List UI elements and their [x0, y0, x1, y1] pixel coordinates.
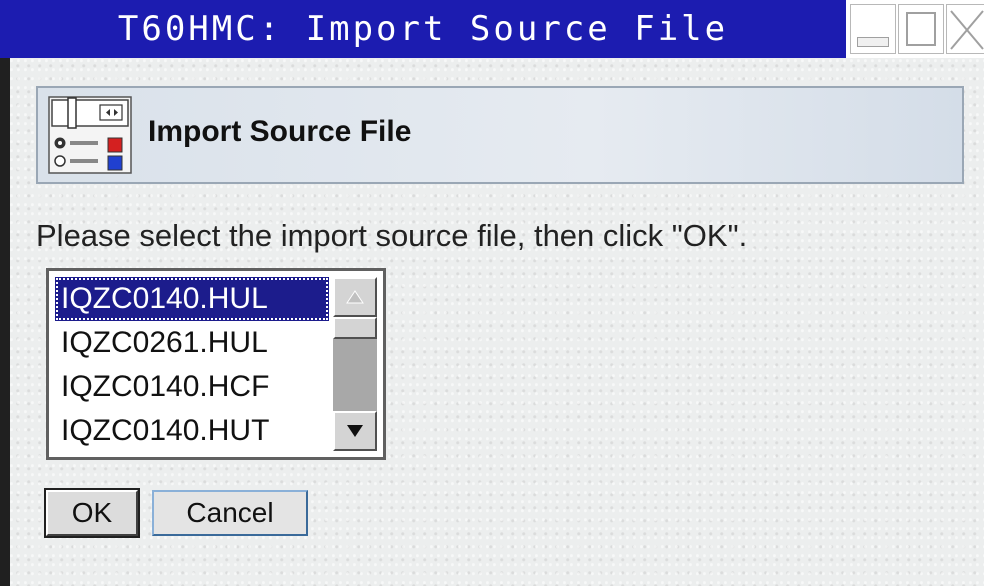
arrow-up-icon	[346, 290, 364, 304]
minimize-button[interactable]	[850, 4, 896, 54]
title-bar[interactable]: T60HMC: Import Source File	[0, 0, 984, 58]
list-item[interactable]: IQZC0140.HCF	[55, 365, 329, 409]
maximize-button[interactable]	[898, 4, 944, 54]
window-title: T60HMC: Import Source File	[117, 9, 729, 49]
list-item[interactable]: IQZC0140.HUL	[55, 277, 329, 321]
maximize-icon	[906, 12, 936, 46]
scroll-down-button[interactable]	[333, 411, 377, 451]
file-listbox[interactable]: IQZC0140.HUL IQZC0261.HUL IQZC0140.HCF I…	[46, 268, 386, 460]
list-item[interactable]: IQZC0261.HUL	[55, 321, 329, 365]
arrow-down-icon	[347, 425, 363, 437]
control-panel-icon	[48, 96, 132, 174]
ok-button[interactable]: OK	[44, 488, 140, 538]
dialog-heading: Import Source File	[148, 115, 412, 148]
minimize-icon	[857, 37, 889, 47]
scroll-thumb[interactable]	[333, 317, 377, 339]
file-list: IQZC0140.HUL IQZC0261.HUL IQZC0140.HCF I…	[55, 277, 329, 453]
close-button[interactable]	[946, 4, 984, 54]
dialog-body: Import Source File Please select the imp…	[0, 58, 984, 586]
instruction-text: Please select the import source file, th…	[36, 218, 748, 253]
vertical-scrollbar[interactable]	[333, 277, 377, 451]
close-icon	[950, 10, 984, 50]
header-panel: Import Source File	[36, 86, 964, 184]
scroll-up-button[interactable]	[333, 277, 377, 317]
cancel-button[interactable]: Cancel	[152, 490, 308, 536]
list-item[interactable]: IQZC0140.HUT	[55, 409, 329, 453]
